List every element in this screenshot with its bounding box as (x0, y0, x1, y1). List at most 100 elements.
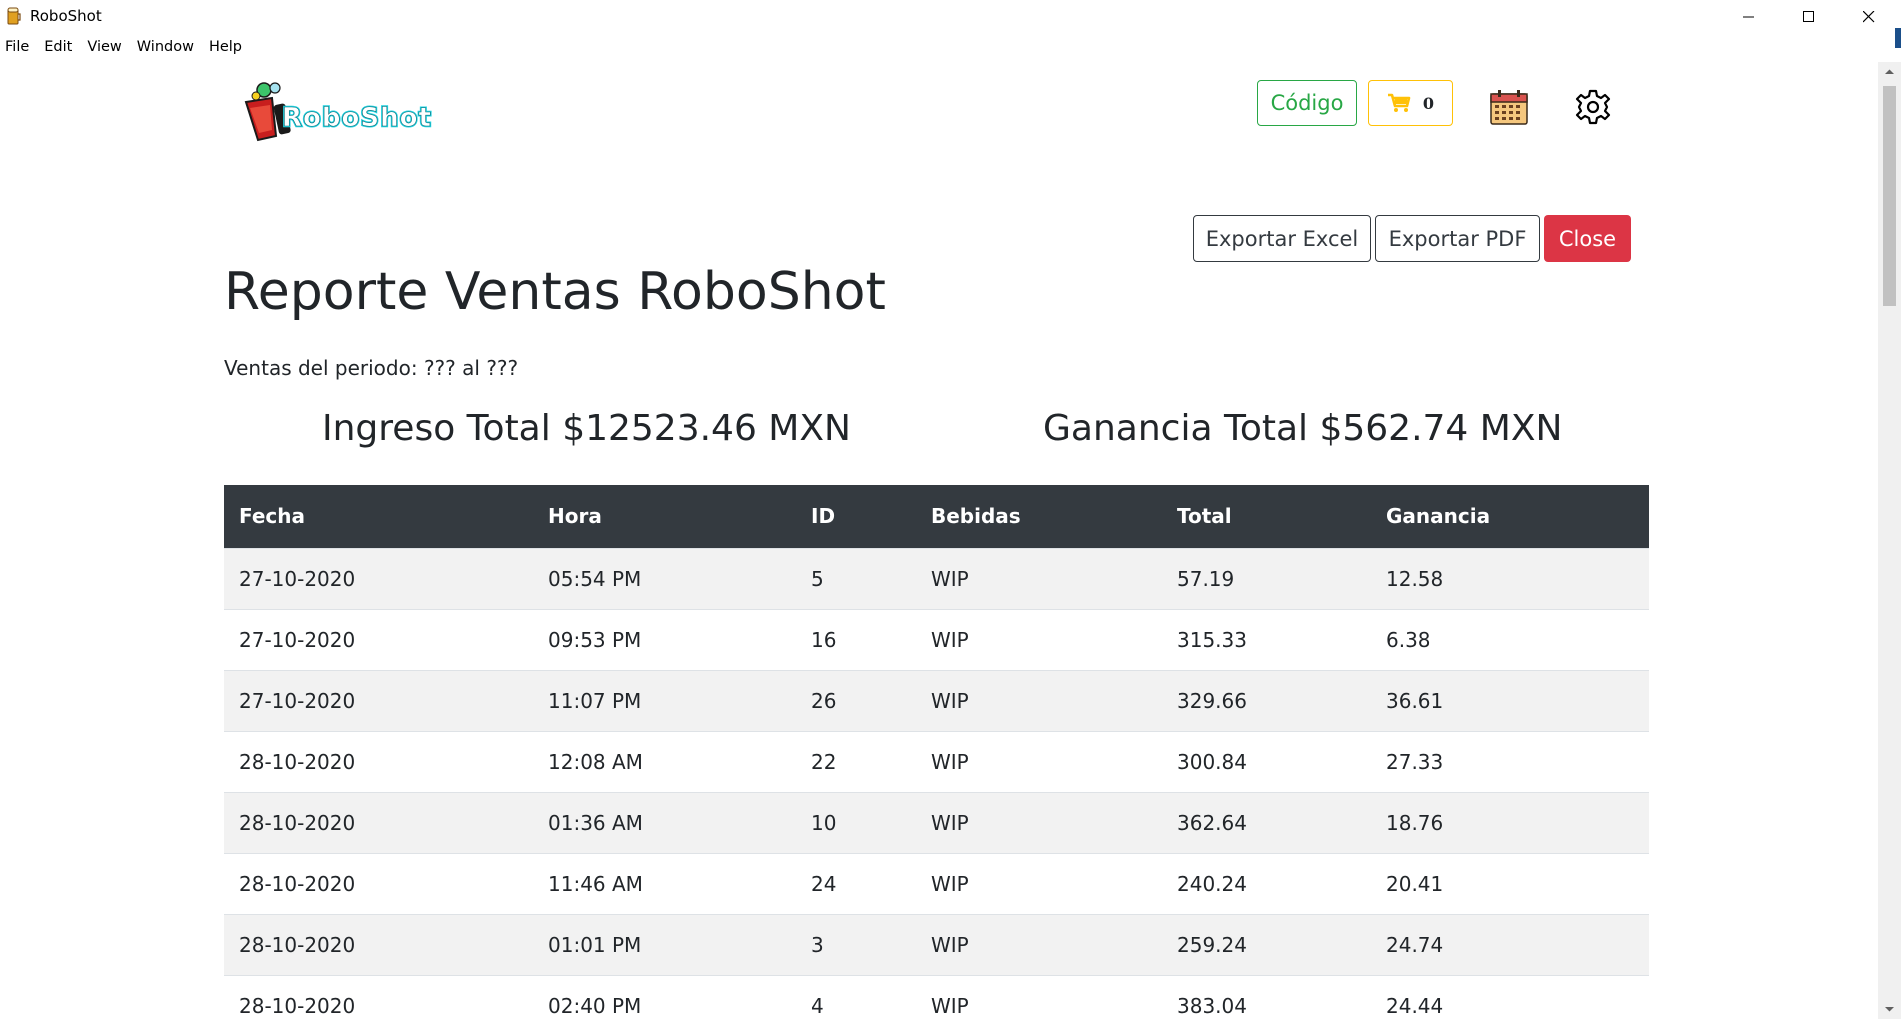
menu-window[interactable]: Window (132, 34, 204, 62)
close-button[interactable]: Close (1544, 215, 1631, 262)
cell-total: 240.24 (1162, 852, 1371, 914)
total-profit: Ganancia Total $562.74 MXN (1043, 408, 1563, 449)
cell-id: 4 (796, 974, 916, 1019)
cart-button[interactable]: 0 (1368, 80, 1453, 126)
cell-hora: 11:07 PM (533, 669, 796, 731)
cell-bebidas: WIP (916, 791, 1162, 853)
cell-bebidas: WIP (916, 669, 1162, 731)
cell-bebidas: WIP (916, 852, 1162, 914)
table-row: 28-10-2020 01:36 AM 10 WIP 362.64 18.76 (224, 791, 1649, 853)
cell-ganancia: 27.33 (1371, 730, 1649, 792)
cell-fecha: 27-10-2020 (224, 547, 533, 609)
cell-fecha: 28-10-2020 (224, 730, 533, 792)
menu-view[interactable]: View (82, 34, 131, 62)
export-pdf-button[interactable]: Exportar PDF (1375, 215, 1540, 262)
table-row: 28-10-2020 12:08 AM 22 WIP 300.84 27.33 (224, 730, 1649, 792)
column-header-fecha: Fecha (224, 485, 533, 548)
cell-total: 362.64 (1162, 791, 1371, 853)
cell-hora: 11:46 AM (533, 852, 796, 914)
cell-bebidas: WIP (916, 608, 1162, 670)
cell-ganancia: 24.74 (1371, 913, 1649, 975)
cell-ganancia: 24.44 (1371, 974, 1649, 1019)
scroll-up-button[interactable] (1878, 62, 1901, 82)
menu-edit[interactable]: Edit (39, 34, 82, 62)
calendar-icon[interactable] (1490, 89, 1528, 125)
codigo-button[interactable]: Código (1257, 80, 1357, 126)
title-bar: RoboShot (0, 0, 1901, 33)
menu-help[interactable]: Help (204, 34, 252, 62)
gear-icon[interactable] (1574, 88, 1612, 126)
table-header-row: Fecha Hora ID Bebidas Total Ganancia (224, 485, 1649, 548)
table-row: 28-10-2020 01:01 PM 3 WIP 259.24 24.74 (224, 913, 1649, 975)
maximize-button[interactable] (1780, 0, 1838, 33)
cell-bebidas: WIP (916, 547, 1162, 609)
cell-id: 16 (796, 608, 916, 670)
scrollbar-thumb[interactable] (1883, 86, 1896, 306)
cell-fecha: 27-10-2020 (224, 608, 533, 670)
cell-total: 57.19 (1162, 547, 1371, 609)
total-income: Ingreso Total $12523.46 MXN (322, 408, 851, 449)
cell-hora: 05:54 PM (533, 547, 796, 609)
cell-fecha: 28-10-2020 (224, 974, 533, 1019)
vertical-scrollbar[interactable] (1878, 62, 1901, 1019)
cell-id: 3 (796, 913, 916, 975)
cell-ganancia: 12.58 (1371, 547, 1649, 609)
menu-bar: File Edit View Window Help (0, 34, 252, 62)
cell-hora: 01:01 PM (533, 913, 796, 975)
export-excel-button[interactable]: Exportar Excel (1193, 215, 1371, 262)
cart-count: 0 (1422, 93, 1435, 113)
maximize-icon (1803, 10, 1814, 22)
table-row: 27-10-2020 09:53 PM 16 WIP 315.33 6.38 (224, 608, 1649, 670)
cell-id: 5 (796, 547, 916, 609)
cell-bebidas: WIP (916, 974, 1162, 1019)
table-row: 27-10-2020 11:07 PM 26 WIP 329.66 36.61 (224, 669, 1649, 731)
window-close-button[interactable] (1840, 0, 1898, 33)
cell-total: 259.24 (1162, 913, 1371, 975)
period-text: Ventas del periodo: ??? al ??? (224, 356, 519, 380)
cell-fecha: 28-10-2020 (224, 852, 533, 914)
cell-total: 329.66 (1162, 669, 1371, 731)
column-header-id: ID (796, 485, 916, 548)
cell-hora: 02:40 PM (533, 974, 796, 1019)
column-header-hora: Hora (533, 485, 796, 548)
cell-fecha: 27-10-2020 (224, 669, 533, 731)
column-header-total: Total (1162, 485, 1371, 548)
logo-text-outline: RoboShot (282, 103, 432, 133)
cell-ganancia: 6.38 (1371, 608, 1649, 670)
cell-hora: 12:08 AM (533, 730, 796, 792)
chevron-down-icon (1885, 1007, 1894, 1012)
cell-fecha: 28-10-2020 (224, 791, 533, 853)
window-title: RoboShot (30, 7, 102, 25)
cell-id: 26 (796, 669, 916, 731)
table-row: 28-10-2020 02:40 PM 4 WIP 383.04 24.44 (224, 974, 1649, 1019)
cell-total: 315.33 (1162, 608, 1371, 670)
cell-ganancia: 18.76 (1371, 791, 1649, 853)
cell-ganancia: 20.41 (1371, 852, 1649, 914)
cell-id: 22 (796, 730, 916, 792)
cell-id: 24 (796, 852, 916, 914)
close-icon (1863, 10, 1875, 22)
sales-table: Fecha Hora ID Bebidas Total Ganancia 27-… (224, 485, 1649, 1019)
cart-icon (1387, 93, 1411, 112)
scroll-down-button[interactable] (1878, 999, 1901, 1019)
cell-id: 10 (796, 791, 916, 853)
cell-hora: 09:53 PM (533, 608, 796, 670)
cell-total: 300.84 (1162, 730, 1371, 792)
cell-total: 383.04 (1162, 974, 1371, 1019)
minimize-icon (1743, 16, 1754, 17)
window-edge-accent (1895, 28, 1901, 48)
roboshot-logo: RoboShot RoboShot (244, 82, 432, 142)
chevron-up-icon (1885, 69, 1894, 74)
column-header-bebidas: Bebidas (916, 485, 1162, 548)
page-title: Reporte Ventas RoboShot (224, 262, 886, 322)
cell-bebidas: WIP (916, 913, 1162, 975)
column-header-ganancia: Ganancia (1371, 485, 1649, 548)
cell-ganancia: 36.61 (1371, 669, 1649, 731)
report-page: RoboShot RoboShot Código 0 Exportar Exce… (0, 62, 1878, 1019)
table-row: 27-10-2020 05:54 PM 5 WIP 57.19 12.58 (224, 547, 1649, 609)
app-icon (7, 7, 21, 25)
table-row: 28-10-2020 11:46 AM 24 WIP 240.24 20.41 (224, 852, 1649, 914)
menu-file[interactable]: File (0, 34, 39, 62)
cell-hora: 01:36 AM (533, 791, 796, 853)
minimize-button[interactable] (1720, 0, 1778, 33)
